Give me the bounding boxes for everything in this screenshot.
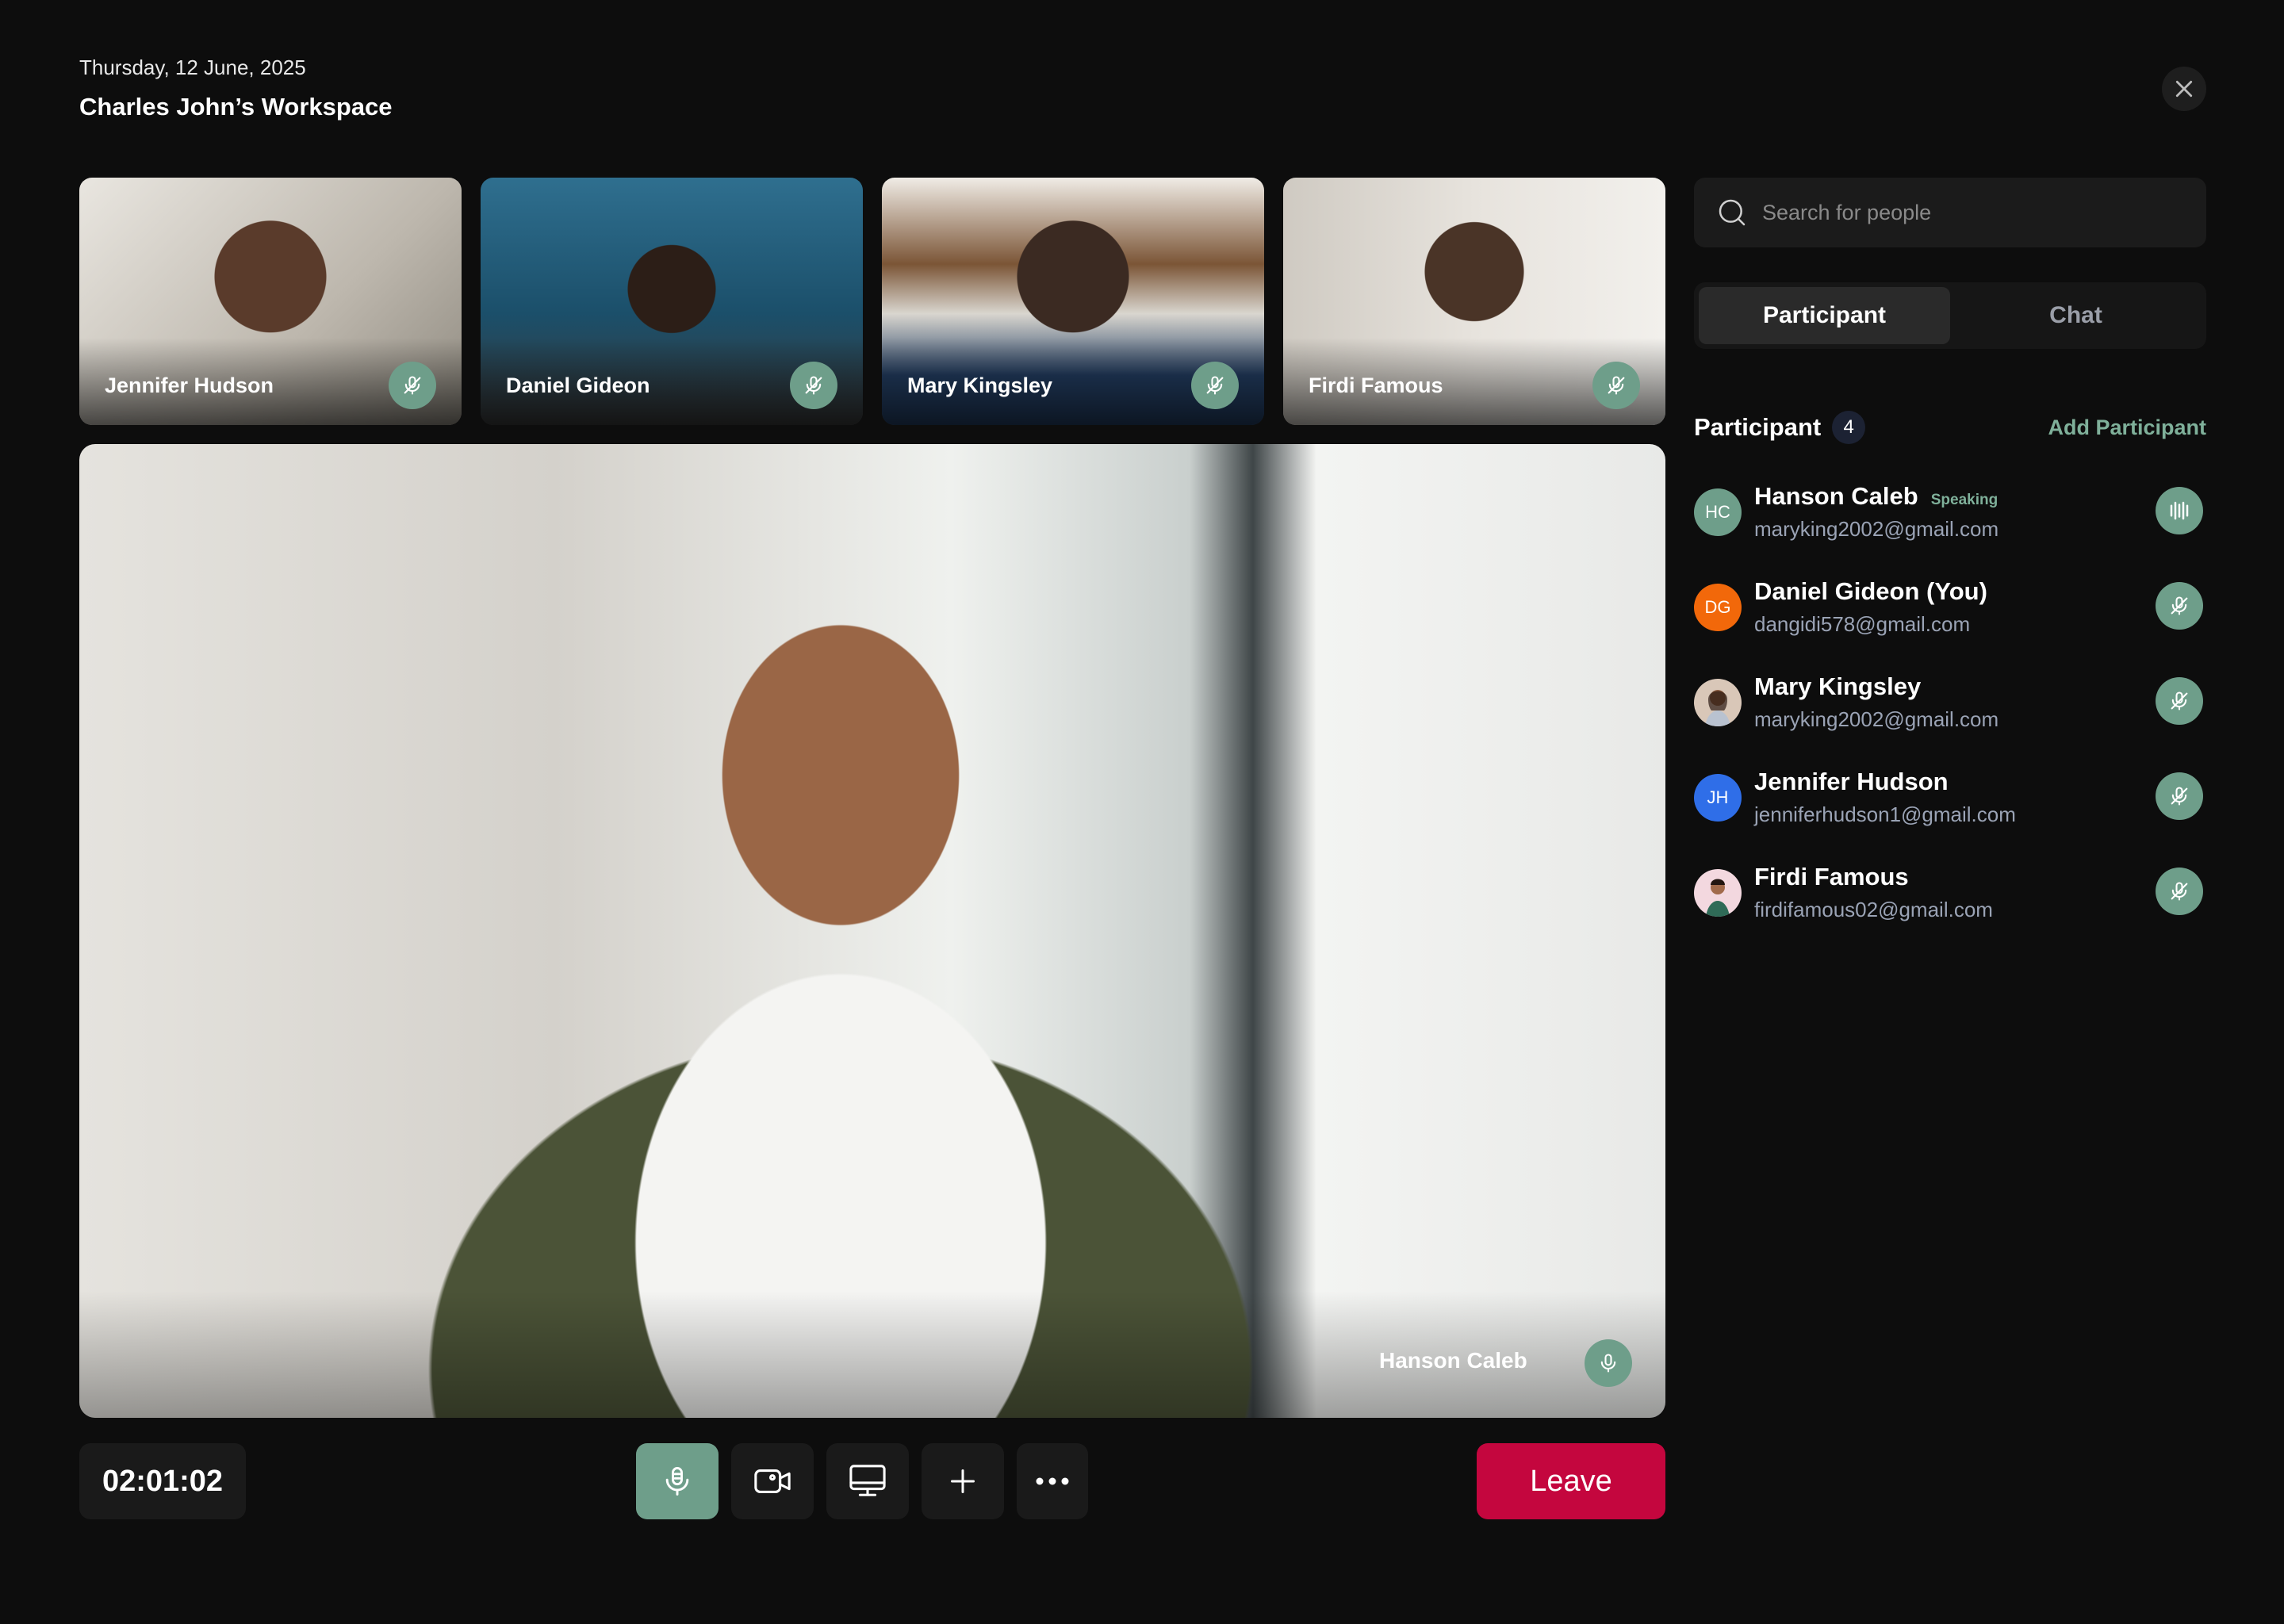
plus-icon [951, 1469, 975, 1493]
avatar [1694, 869, 1742, 917]
participant-email: dangidi578@gmail.com [1754, 612, 1971, 636]
search-input[interactable] [1762, 200, 2206, 225]
screen-share-icon [849, 1465, 886, 1496]
participant-email: firdifamous02@gmail.com [1754, 898, 1993, 921]
main-video-name: Hanson Caleb [1379, 1348, 1527, 1373]
mic-off-icon[interactable] [1191, 362, 1239, 409]
avatar: DG [1694, 584, 1742, 631]
more-options-button[interactable] [1017, 1443, 1088, 1519]
video-thumbnail[interactable]: Firdi Famous [1283, 178, 1665, 425]
search-bar[interactable] [1694, 178, 2206, 247]
more-dots-icon [1036, 1477, 1069, 1485]
audio-wave-icon[interactable] [2156, 487, 2203, 534]
close-icon [2175, 80, 2193, 98]
add-participant-link[interactable]: Add Participant [2048, 416, 2206, 440]
camera-toggle-button[interactable] [731, 1443, 814, 1519]
close-button[interactable] [2162, 67, 2206, 111]
mic-off-icon[interactable] [2156, 582, 2203, 630]
video-thumbnail[interactable]: Mary Kingsley [882, 178, 1264, 425]
participant-name: Firdi Famous [1754, 863, 1909, 891]
tab-chat[interactable]: Chat [1950, 287, 2202, 344]
mic-icon [665, 1467, 689, 1496]
call-timer: 02:01:02 [79, 1443, 246, 1519]
add-button[interactable] [922, 1443, 1004, 1519]
mic-off-icon[interactable] [1592, 362, 1640, 409]
mic-toggle-button[interactable] [636, 1443, 719, 1519]
participants-title: Participant [1694, 413, 1822, 441]
avatar [1694, 679, 1742, 726]
participant-name: Mary Kingsley [1754, 672, 1922, 700]
thumbnail-name: Mary Kingsley [907, 373, 1053, 397]
video-camera-icon [754, 1469, 791, 1493]
participant-name: Jennifer Hudson [1754, 768, 1949, 795]
avatar: JH [1694, 774, 1742, 822]
video-thumbnail[interactable]: Jennifer Hudson [79, 178, 462, 425]
participant-row[interactable]: JH Jennifer Hudson jenniferhudson1@gmail… [1694, 768, 2206, 839]
header: Thursday, 12 June, 2025 Charles John’s W… [79, 56, 393, 121]
meeting-date: Thursday, 12 June, 2025 [79, 56, 306, 79]
participants-count-badge: 4 [1832, 411, 1866, 444]
mic-off-icon[interactable] [790, 362, 837, 409]
participant-row[interactable]: DG Daniel Gideon (You) dangidi578@gmail.… [1694, 577, 2206, 649]
participant-row[interactable]: HC Hanson Caleb Speaking maryking2002@gma… [1694, 482, 2206, 553]
participant-email: jenniferhudson1@gmail.com [1754, 802, 2016, 826]
participant-row[interactable]: Mary Kingsley maryking2002@gmail.com [1694, 672, 2206, 744]
mic-off-icon[interactable] [2156, 868, 2203, 915]
participant-row[interactable]: Firdi Famous firdifamous02@gmail.com [1694, 863, 2206, 934]
participants-header: Participant 4 Add Participant [1694, 411, 2206, 444]
mic-icon[interactable] [1585, 1339, 1632, 1387]
participant-name: Daniel Gideon (You) [1754, 577, 1987, 605]
tab-participant[interactable]: Participant [1699, 287, 1950, 344]
sidebar-tabs: Participant Chat [1694, 282, 2206, 349]
thumbnail-name: Daniel Gideon [506, 373, 650, 397]
participant-email: maryking2002@gmail.com [1754, 517, 1999, 541]
video-thumbnail[interactable]: Daniel Gideon [481, 178, 863, 425]
participant-name: Hanson Caleb [1754, 482, 1918, 510]
mic-off-icon[interactable] [2156, 772, 2203, 820]
leave-button[interactable]: Leave [1477, 1443, 1665, 1519]
search-icon [1719, 199, 1746, 226]
thumbnail-name: Firdi Famous [1309, 373, 1443, 397]
participant-email: maryking2002@gmail.com [1754, 707, 1999, 731]
workspace-title: Charles John’s Workspace [79, 93, 393, 121]
mic-off-icon[interactable] [389, 362, 436, 409]
avatar: HC [1694, 488, 1742, 536]
screen-share-button[interactable] [826, 1443, 909, 1519]
mic-off-icon[interactable] [2156, 677, 2203, 725]
speaking-badge: Speaking [1930, 492, 1998, 508]
thumbnail-name: Jennifer Hudson [105, 373, 274, 397]
main-video[interactable] [79, 444, 1665, 1418]
